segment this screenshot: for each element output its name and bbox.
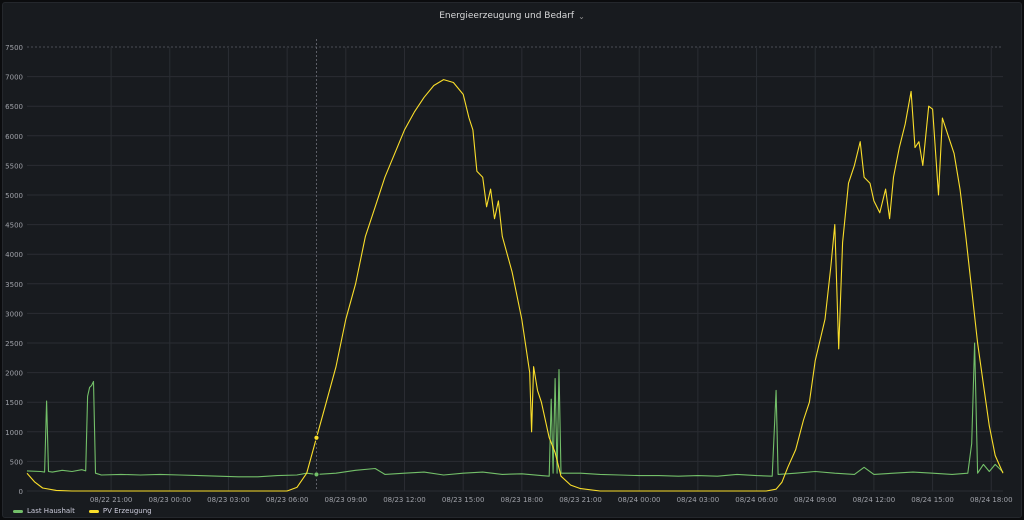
x-tick-label: 08/24 09:00 xyxy=(794,496,837,504)
hover-marker xyxy=(313,471,320,478)
x-tick-label: 08/23 18:00 xyxy=(501,496,544,504)
x-tick-label: 08/24 00:00 xyxy=(618,496,661,504)
x-tick-label: 08/23 06:00 xyxy=(266,496,309,504)
x-tick-label: 08/23 00:00 xyxy=(148,496,191,504)
legend: Last Haushalt PV Erzeugung xyxy=(13,505,152,517)
y-tick-label: 3500 xyxy=(5,281,23,289)
x-tick-label: 08/22 21:00 xyxy=(90,496,133,504)
legend-label-last: Last Haushalt xyxy=(27,507,75,515)
legend-item-last-haushalt[interactable]: Last Haushalt xyxy=(13,507,75,515)
legend-swatch-pv xyxy=(88,509,99,513)
y-tick-label: 7500 xyxy=(5,44,23,52)
x-axis: 08/22 21:00 08/23 00:00 08/23 03:00 08/23 0… xyxy=(90,496,1013,504)
y-tick-label: 0 xyxy=(19,488,23,496)
y-tick-label: 2500 xyxy=(5,340,23,348)
hover-marker xyxy=(313,434,320,441)
x-tick-label: 08/23 03:00 xyxy=(207,496,250,504)
chart-grid xyxy=(27,46,1003,492)
y-tick-label: 2000 xyxy=(5,370,23,378)
x-tick-label: 08/24 12:00 xyxy=(853,496,896,504)
legend-item-pv-erzeugung[interactable]: PV Erzeugung xyxy=(88,507,152,515)
chart-panel: Energieerzeugung und Bedarf ⌄ 0 500 1000 15… xyxy=(2,2,1022,518)
y-tick-label: 500 xyxy=(10,458,23,466)
x-tick-label: 08/23 21:00 xyxy=(559,496,602,504)
y-tick-label: 1500 xyxy=(5,399,23,407)
legend-swatch-last xyxy=(13,509,23,513)
x-tick-label: 08/24 03:00 xyxy=(677,496,720,504)
y-tick-label: 3000 xyxy=(5,310,23,318)
y-axis: 0 500 1000 1500 2000 2500 3000 3500 4000 4500 5000… xyxy=(5,44,23,496)
x-tick-label: 08/24 18:00 xyxy=(970,496,1013,504)
y-tick-label: 4000 xyxy=(5,251,23,259)
series-line-pv-erzeugung[interactable] xyxy=(26,79,1004,492)
y-tick-label: 1000 xyxy=(5,429,23,437)
y-tick-label: 6000 xyxy=(5,133,23,141)
x-tick-label: 08/23 12:00 xyxy=(383,496,426,504)
series-line-last-haushalt[interactable] xyxy=(26,342,1004,478)
y-tick-label: 7000 xyxy=(5,74,23,82)
x-tick-label: 08/24 15:00 xyxy=(911,496,954,504)
x-tick-label: 08/24 06:00 xyxy=(735,496,778,504)
y-tick-label: 5500 xyxy=(5,162,23,170)
x-tick-label: 08/23 15:00 xyxy=(442,496,485,504)
y-tick-label: 6500 xyxy=(5,103,23,111)
y-tick-label: 5000 xyxy=(5,192,23,200)
hover-crosshair xyxy=(313,39,320,491)
line-chart[interactable]: 0 500 1000 1500 2000 2500 3000 3500 4000 4500 5000… xyxy=(3,3,1021,517)
y-tick-label: 4500 xyxy=(5,222,23,230)
x-tick-label: 08/23 09:00 xyxy=(325,496,368,504)
chart-series xyxy=(26,79,1004,492)
legend-label-pv: PV Erzeugung xyxy=(102,507,152,515)
